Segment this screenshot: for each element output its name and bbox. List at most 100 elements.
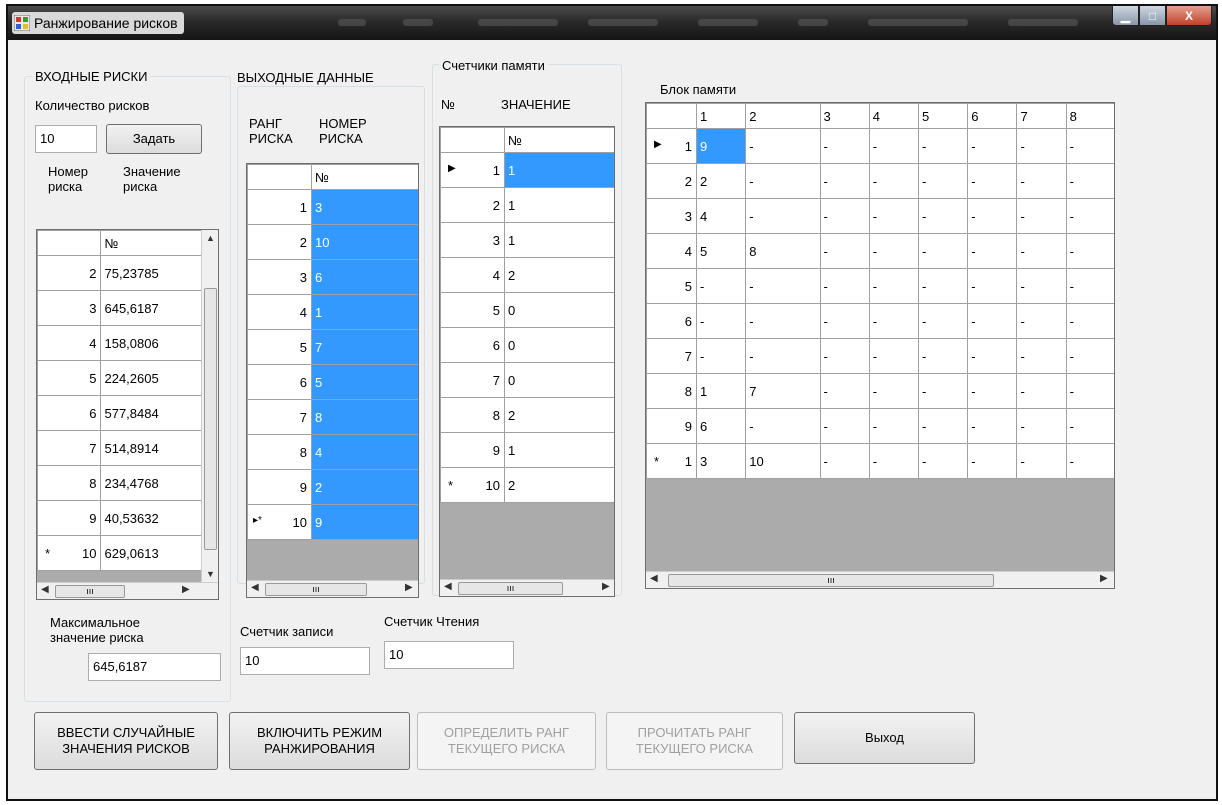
grid-cell[interactable]: 4 [695, 198, 747, 234]
scroll-right-icon[interactable]: ▶ [602, 581, 610, 592]
grid-cell[interactable]: - [917, 408, 969, 444]
random-values-button[interactable]: ВВЕСТИ СЛУЧАЙНЫЕ ЗНАЧЕНИЯ РИСКОВ [34, 712, 218, 770]
table-row[interactable]: 2 75,23785 [37, 255, 203, 291]
grid-cell[interactable]: - [1016, 338, 1067, 374]
row-header[interactable]: ▶ 1 [440, 152, 505, 188]
row-header[interactable]: 8 [440, 397, 505, 433]
row-header[interactable]: 4 [37, 325, 102, 361]
grid-cell[interactable]: 514,8914 [100, 430, 203, 466]
grid-cell[interactable]: - [1016, 373, 1067, 409]
scroll-right-icon[interactable]: ▶ [1100, 573, 1108, 584]
row-header[interactable]: 8 [37, 465, 102, 501]
table-row[interactable]: 7 514,8914 [37, 430, 203, 466]
scroll-down-icon[interactable]: ▼ [206, 569, 215, 579]
grid-cell[interactable]: - [819, 233, 870, 269]
table-row[interactable]: 817------ [646, 373, 1114, 409]
grid-cell[interactable]: - [745, 198, 821, 234]
grid-cell[interactable]: 8 [311, 399, 418, 435]
grid-cell[interactable]: - [819, 373, 870, 409]
set-button[interactable]: Задать [106, 124, 202, 154]
grid-cell[interactable]: 1 [504, 222, 614, 258]
table-row[interactable]: ▸* 10 9 [247, 504, 418, 540]
grid-cell[interactable]: - [917, 303, 969, 339]
row-header[interactable]: 8 [646, 373, 697, 409]
grid-cell[interactable]: - [967, 408, 1018, 444]
row-header[interactable]: 4 [646, 233, 697, 269]
row-header[interactable]: 3 [247, 259, 312, 295]
grid-cell[interactable]: - [819, 303, 870, 339]
exit-button[interactable]: Выход [794, 712, 975, 764]
grid-cell[interactable]: 577,8484 [100, 395, 203, 431]
row-header[interactable]: 6 [646, 303, 697, 339]
grid-cell[interactable]: 2 [504, 397, 614, 433]
row-header[interactable]: 9 [440, 432, 505, 468]
grid-cell[interactable]: - [819, 408, 870, 444]
read-rank-button[interactable]: ПРОЧИТАТЬ РАНГ ТЕКУЩЕГО РИСКА [606, 712, 783, 770]
grid-cell[interactable]: 158,0806 [100, 325, 203, 361]
grid-cell[interactable]: 6 [311, 259, 418, 295]
scroll-left-icon[interactable]: ◀ [41, 584, 49, 595]
scroll-right-icon[interactable]: ▶ [182, 584, 190, 595]
table-row[interactable]: 3 645,6187 [37, 290, 203, 326]
grid-cell[interactable]: - [967, 443, 1018, 479]
row-header[interactable]: 5 [646, 268, 697, 304]
table-row[interactable]: 8 234,4768 [37, 465, 203, 501]
table-row[interactable]: 50 [440, 292, 614, 328]
grid-cell[interactable]: - [1065, 198, 1114, 234]
close-icon[interactable]: X [1166, 6, 1212, 26]
table-row[interactable]: 9 40,53632 [37, 500, 203, 536]
table-row[interactable]: * 1 3 10- - - - - - [646, 443, 1114, 479]
table-row[interactable]: * 10 2 [440, 467, 614, 503]
grid-cell[interactable]: 3 [695, 443, 747, 479]
row-header[interactable]: 3 [646, 198, 697, 234]
table-row[interactable]: 92 [247, 469, 418, 505]
grid-cell[interactable]: 8 [745, 233, 821, 269]
table-row[interactable]: 22------- [646, 163, 1114, 199]
grid-cell[interactable]: - [917, 338, 969, 374]
risk-count-input[interactable]: 10 [35, 125, 97, 153]
title-bar[interactable]: Ранжирование рисков ▁ □ X [8, 6, 1216, 40]
row-header[interactable]: 2 [247, 224, 312, 260]
grid-cell[interactable]: - [1065, 128, 1114, 164]
grid-cell[interactable]: - [1065, 408, 1114, 444]
horizontal-scrollbar[interactable]: ◀ ııı ▶ [646, 571, 1114, 588]
grid-cell[interactable]: - [917, 443, 969, 479]
grid-column-header[interactable]: 5 [917, 103, 969, 129]
minimize-icon[interactable]: ▁ [1112, 6, 1139, 26]
grid-cell[interactable]: - [967, 338, 1018, 374]
row-header[interactable]: 3 [440, 222, 505, 258]
grid-cell[interactable]: - [967, 233, 1018, 269]
grid-column-header[interactable]: 4 [868, 103, 919, 129]
grid-column-header[interactable]: 1 [695, 103, 747, 129]
scroll-left-icon[interactable]: ◀ [251, 582, 259, 593]
define-rank-button[interactable]: ОПРЕДЕЛИТЬ РАНГ ТЕКУЩЕГО РИСКА [417, 712, 596, 770]
grid-cell[interactable]: - [819, 163, 870, 199]
grid-cell[interactable]: 0 [504, 362, 614, 398]
grid-cell[interactable]: 4 [311, 434, 418, 470]
table-row[interactable]: * 10 629,0613 [37, 535, 203, 571]
ranking-mode-button[interactable]: ВКЛЮЧИТЬ РЕЖИМ РАНЖИРОВАНИЯ [229, 712, 410, 770]
grid-cell[interactable]: 3 [311, 189, 418, 225]
row-header[interactable]: 9 [247, 469, 312, 505]
scroll-thumb[interactable]: ııı [55, 585, 125, 598]
scroll-thumb[interactable]: ııı [668, 574, 994, 587]
grid-cell[interactable]: - [967, 303, 1018, 339]
grid-cell[interactable]: - [1016, 443, 1067, 479]
row-header[interactable]: ▸* 10 [247, 504, 312, 540]
grid-cell[interactable]: - [1065, 373, 1114, 409]
grid-cell[interactable]: - [917, 268, 969, 304]
scroll-left-icon[interactable]: ◀ [650, 573, 658, 584]
grid-cell[interactable]: - [868, 338, 919, 374]
grid-cell[interactable]: 9 [695, 128, 747, 164]
maximize-icon[interactable]: □ [1139, 6, 1166, 26]
grid-cell[interactable]: 1 [504, 187, 614, 223]
grid-cell[interactable]: 2 [504, 257, 614, 293]
row-header[interactable]: * 10 [37, 535, 102, 571]
grid-cell[interactable]: - [868, 303, 919, 339]
grid-cell[interactable]: - [1016, 268, 1067, 304]
grid-cell[interactable]: - [868, 163, 919, 199]
grid-cell[interactable]: - [868, 373, 919, 409]
row-header[interactable]: 2 [440, 187, 505, 223]
grid-cell[interactable]: 10 [745, 443, 821, 479]
row-header[interactable]: 7 [646, 338, 697, 374]
